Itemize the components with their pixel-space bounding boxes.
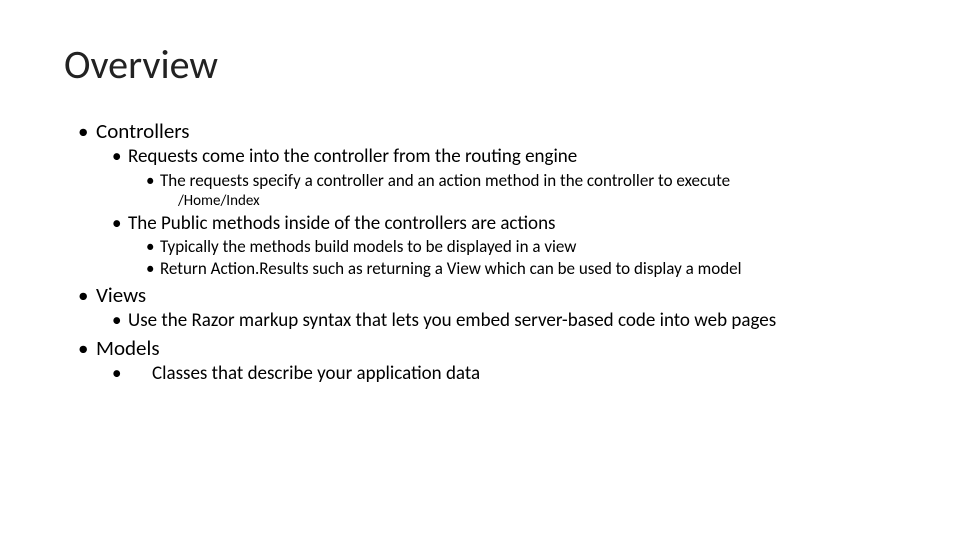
slide-title: Overview	[64, 40, 900, 89]
bullet-controllers-build-models: Typically the methods build models to be…	[146, 236, 900, 258]
bullet-models-classes: Classes that describe your application d…	[112, 362, 900, 387]
bullet-controllers: Controllers	[78, 117, 900, 145]
bullet-views-razor: Use the Razor markup syntax that lets yo…	[112, 309, 900, 334]
bullet-controllers-route-example: /Home/Index	[178, 192, 900, 212]
bullet-controllers-action-results: Return Action.Results such as returning …	[146, 258, 900, 280]
bullet-models: Models	[78, 334, 900, 362]
bullet-views: Views	[78, 281, 900, 309]
bullet-controllers-requests: Requests come into the controller from t…	[112, 145, 900, 170]
bullet-controllers-public-methods: The Public methods inside of the control…	[112, 212, 900, 237]
bullet-controllers-requests-detail: The requests specify a controller and an…	[146, 170, 900, 192]
